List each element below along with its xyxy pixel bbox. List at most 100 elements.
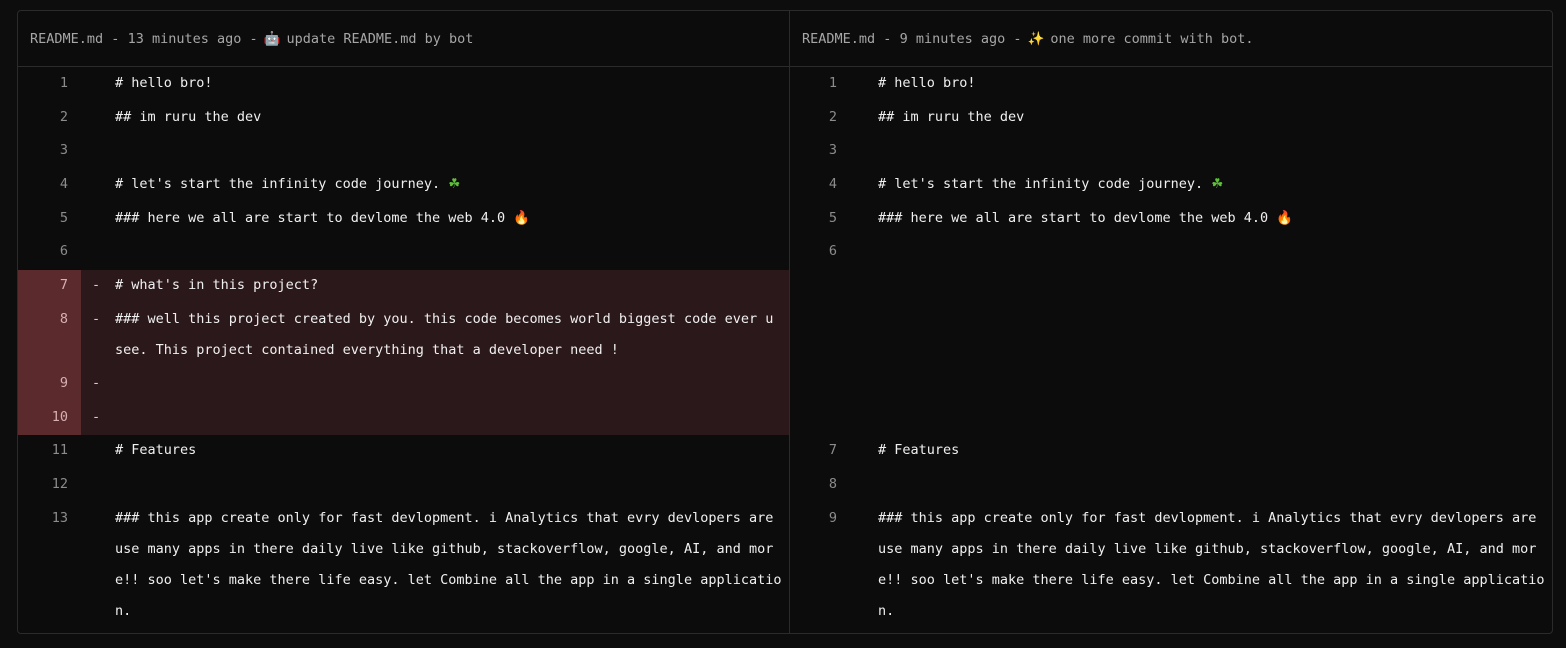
diff-sign [81,169,115,203]
line-number[interactable]: 1 [790,68,850,102]
diff-sign [850,435,878,469]
line-text: # let's start the infinity code journey. [878,176,1204,193]
diff-sign [81,135,115,169]
line-number[interactable]: 2 [790,102,850,136]
line-content: ## im ruru the dev [878,108,1025,125]
line-number[interactable]: 11 [18,435,81,469]
line-content: ### well this project created by you. th… [115,310,782,358]
line-number[interactable]: 2 [18,102,81,136]
diff-pane-new: README.md - 9 minutes ago - ✨ one more com… [789,11,1552,633]
deleted-line: 9 - [18,367,789,402]
commit-time: 13 minutes ago [127,30,242,47]
line-number[interactable]: 5 [18,203,81,237]
line-content [115,236,789,270]
code-line: 4 # let's start the infinity code journe… [790,169,1552,203]
code-line: 1 # hello bro! [790,68,1552,102]
diff-sign [850,236,878,270]
code-line: 13 ### this app create only for fast dev… [18,503,789,627]
separator: - [1013,30,1022,47]
line-number[interactable]: 12 [18,469,81,503]
line-number[interactable]: 13 [18,503,81,627]
diff-sign [81,503,115,627]
line-number[interactable]: 7 [18,270,81,304]
line-content [878,469,1552,503]
line-number[interactable]: 9 [18,367,81,402]
code-line: 9 ### this app create only for fast devl… [790,503,1552,627]
deleted-line: 8 - ### well this project created by you… [18,303,789,368]
commit-time: 9 minutes ago [899,30,1006,47]
line-number[interactable]: 10 [18,401,81,436]
line-number[interactable]: 4 [18,169,81,203]
code-line: 2 ## im ruru the dev [790,102,1552,136]
line-content [115,469,789,503]
commit-message[interactable]: update README.md by bot [286,31,473,47]
sparkles-icon: ✨ [1027,30,1045,47]
diff-sign [850,102,878,136]
shamrock-icon: ☘ [448,176,461,193]
code-line: 12 [18,469,789,503]
fire-icon: 🔥 [1276,209,1294,226]
diff-sign [850,135,878,169]
line-number[interactable]: 4 [790,169,850,203]
shamrock-icon: ☘ [1211,176,1224,193]
code-line: 7 # Features [790,435,1552,469]
diff-sign [81,102,115,136]
deleted-line: 7 - # what's in this project? [18,270,789,304]
diff-gap [790,368,1552,402]
diff-gap [790,270,1552,304]
line-number[interactable]: 1 [18,68,81,102]
line-content: ### here we all are start to devlome the… [115,203,789,237]
code-lines-new: 1 # hello bro! 2 ## im ruru the dev 3 4 … [790,67,1552,627]
code-line: 6 [18,236,789,270]
code-line: 5 ### here we all are start to devlome t… [790,203,1552,237]
line-content: # let's start the infinity code journey.… [878,169,1552,203]
line-number[interactable]: 8 [790,469,850,503]
robot-icon: 🤖 [263,30,281,47]
diff-gap [790,402,1552,436]
code-line: 6 [790,236,1552,270]
line-content: # Features [878,442,960,459]
line-content: # Features [115,442,197,459]
code-line: 3 [18,135,789,169]
code-line: 8 [790,469,1552,503]
diff-sign [81,435,115,469]
line-content [115,135,789,169]
diff-sign: - [92,374,101,391]
code-lines-old: 1 # hello bro! 2 ## im ruru the dev 3 4 … [18,67,789,627]
fire-icon: 🔥 [513,209,531,226]
line-content: # what's in this project? [115,277,319,294]
separator: - [883,30,892,47]
line-number[interactable]: 6 [18,236,81,270]
line-content: ### this app create only for fast devlop… [115,509,782,619]
diff-sign [850,169,878,203]
line-number[interactable]: 6 [790,236,850,270]
line-number[interactable]: 8 [18,303,81,368]
line-number[interactable]: 3 [790,135,850,169]
deleted-line: 10 - [18,401,789,436]
diff-sign [850,469,878,503]
diff-gap [790,304,1552,368]
diff-sign [850,503,878,627]
file-name[interactable]: README.md [30,31,103,47]
diff-sign: - [92,277,101,294]
separator: - [249,30,258,47]
line-content [878,236,1552,270]
line-content [115,368,789,402]
diff-sign [81,236,115,270]
line-number[interactable]: 9 [790,503,850,627]
diff-sign [850,203,878,237]
diff-sign: - [92,310,101,327]
line-number[interactable]: 7 [790,435,850,469]
diff-pane-old: README.md - 13 minutes ago - 🤖 update READ… [18,11,789,633]
line-content [115,402,789,436]
commit-message[interactable]: one more commit with bot. [1050,31,1253,47]
line-number[interactable]: 3 [18,135,81,169]
file-name[interactable]: README.md [802,31,875,47]
line-text: ### here we all are start to devlome the… [115,209,506,226]
pane-header-old: README.md - 13 minutes ago - 🤖 update READ… [18,11,789,67]
line-content: ### this app create only for fast devlop… [878,509,1545,619]
code-line: 11 # Features [18,435,789,469]
code-line: 4 # let's start the infinity code journe… [18,169,789,203]
code-line: 5 ### here we all are start to devlome t… [18,203,789,237]
line-number[interactable]: 5 [790,203,850,237]
